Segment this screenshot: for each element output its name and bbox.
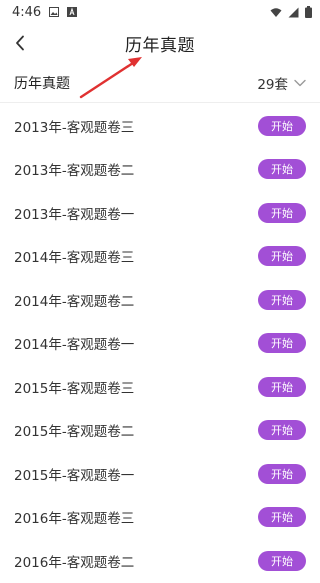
wifi-icon bbox=[270, 7, 282, 17]
signal-icon bbox=[288, 7, 299, 17]
page-title: 历年真题 bbox=[125, 35, 195, 56]
start-button[interactable]: 开始 bbox=[258, 202, 306, 223]
status-bar: 4:46 bbox=[0, 0, 320, 24]
list-item[interactable]: 2016年-客观题卷三 开始 bbox=[0, 496, 320, 540]
list-item[interactable]: 2015年-客观题卷三 开始 bbox=[0, 365, 320, 409]
back-button[interactable] bbox=[10, 31, 30, 55]
exam-title: 2016年-客观题卷二 bbox=[14, 554, 135, 571]
exam-list: 2013年-客观题卷三 开始 2013年-客观题卷二 开始 2013年-客观题卷… bbox=[0, 104, 320, 583]
start-button[interactable]: 开始 bbox=[258, 507, 306, 528]
list-item[interactable]: 2015年-客观题卷二 开始 bbox=[0, 409, 320, 453]
list-item[interactable]: 2014年-客观题卷三 开始 bbox=[0, 235, 320, 279]
start-button[interactable]: 开始 bbox=[258, 420, 306, 441]
filter-label: 历年真题 bbox=[14, 75, 70, 92]
image-icon bbox=[49, 7, 60, 17]
start-button[interactable]: 开始 bbox=[258, 550, 306, 571]
exam-title: 2014年-客观题卷一 bbox=[14, 337, 135, 354]
set-count: 29套 bbox=[257, 76, 288, 93]
start-button[interactable]: 开始 bbox=[258, 159, 306, 180]
list-item[interactable]: 2014年-客观题卷一 开始 bbox=[0, 322, 320, 366]
exam-title: 2015年-客观题卷二 bbox=[14, 424, 135, 441]
exam-title: 2013年-客观题卷一 bbox=[14, 206, 135, 223]
exam-title: 2014年-客观题卷三 bbox=[14, 250, 135, 267]
list-item[interactable]: 2016年-客观题卷二 开始 bbox=[0, 539, 320, 583]
text-app-icon bbox=[67, 7, 78, 17]
exam-title: 2014年-客观题卷二 bbox=[14, 293, 135, 310]
status-time: 4:46 bbox=[12, 4, 42, 20]
start-button[interactable]: 开始 bbox=[258, 115, 306, 136]
list-item[interactable]: 2013年-客观题卷二 开始 bbox=[0, 148, 320, 192]
start-button[interactable]: 开始 bbox=[258, 246, 306, 267]
exam-title: 2015年-客观题卷三 bbox=[14, 380, 135, 397]
filter-row[interactable]: 历年真题 29套 bbox=[0, 63, 320, 103]
exam-title: 2016年-客观题卷三 bbox=[14, 511, 135, 528]
exam-title: 2013年-客观题卷二 bbox=[14, 163, 135, 180]
start-button[interactable]: 开始 bbox=[258, 376, 306, 397]
chevron-down-icon bbox=[294, 79, 306, 86]
start-button[interactable]: 开始 bbox=[258, 289, 306, 310]
battery-icon bbox=[305, 6, 312, 18]
list-item[interactable]: 2014年-客观题卷二 开始 bbox=[0, 278, 320, 322]
list-item[interactable]: 2015年-客观题卷一 开始 bbox=[0, 452, 320, 496]
filter-dropdown[interactable]: 29套 bbox=[257, 73, 306, 93]
status-left: 4:46 bbox=[12, 4, 78, 20]
status-right bbox=[270, 6, 312, 18]
list-item[interactable]: 2013年-客观题卷三 开始 bbox=[0, 104, 320, 148]
list-item[interactable]: 2013年-客观题卷一 开始 bbox=[0, 191, 320, 235]
nav-bar: 历年真题 bbox=[0, 24, 320, 62]
exam-title: 2015年-客观题卷一 bbox=[14, 467, 135, 484]
exam-title: 2013年-客观题卷三 bbox=[14, 119, 135, 136]
start-button[interactable]: 开始 bbox=[258, 463, 306, 484]
chevron-left-icon bbox=[16, 35, 24, 51]
start-button[interactable]: 开始 bbox=[258, 333, 306, 354]
